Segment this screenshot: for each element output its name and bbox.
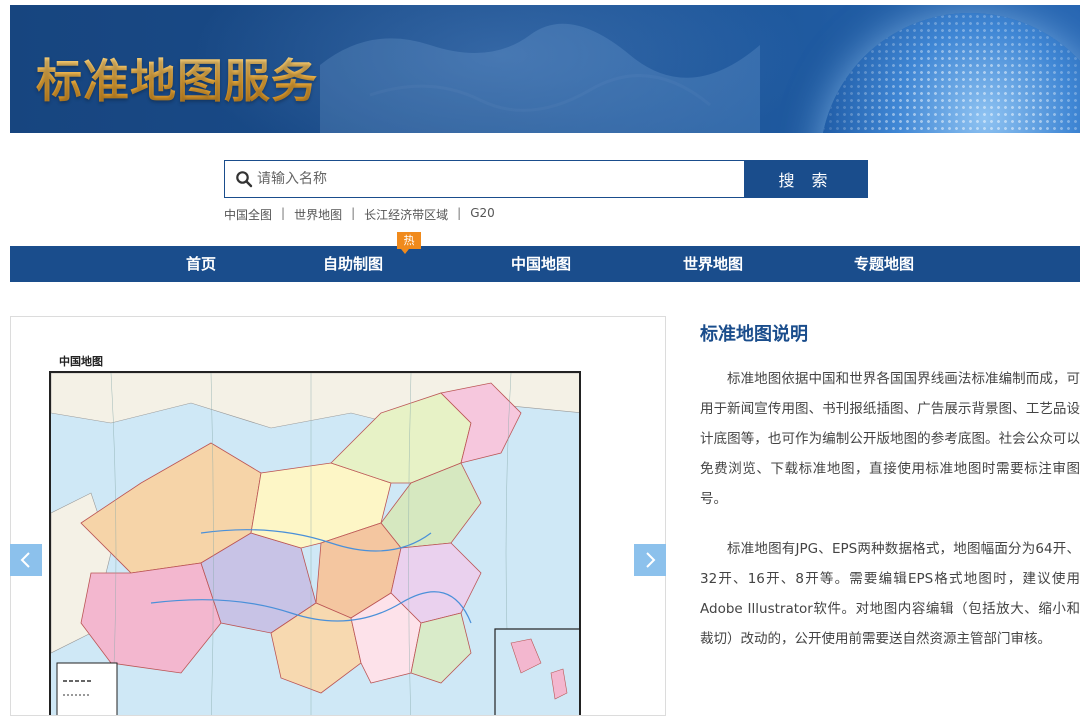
main-nav: 首页 自助制图 中国地图 世界地图 专题地图 <box>10 246 1080 282</box>
quick-link-g20[interactable]: G20 <box>470 206 495 223</box>
description-paragraph-2: 标准地图有JPG、EPS两种数据格式，地图幅面分为64开、32开、16开、8开等… <box>700 541 1080 647</box>
search-box[interactable] <box>224 160 744 198</box>
china-map-image[interactable] <box>49 371 581 715</box>
description-paragraph-1: 标准地图依据中国和世界各国国界线画法标准编制而成，可用于新闻宣传用图、书刊报纸插… <box>700 371 1080 507</box>
quick-link-yangtze[interactable]: 长江经济带区域 <box>364 206 448 223</box>
carousel-prev-button[interactable] <box>10 544 42 576</box>
description-heading: 标准地图说明 <box>700 324 808 345</box>
map-caption: 中国地图 <box>59 355 103 368</box>
quick-links: 中国全图 | 世界地图 | 长江经济带区域 | G20 <box>224 206 495 223</box>
site-title: 标准地图服务 <box>36 45 318 111</box>
chevron-right-icon <box>646 552 656 568</box>
nav-item-home[interactable]: 首页 <box>186 246 216 282</box>
description-panel: 标准地图说明 标准地图依据中国和世界各国国界线画法标准编制而成，可用于新闻宣传用… <box>700 320 1080 674</box>
search-input[interactable] <box>257 171 727 187</box>
hot-badge: 热 <box>397 232 421 254</box>
header-banner: 标准地图服务 <box>10 5 1080 133</box>
carousel-next-button[interactable] <box>634 544 666 576</box>
quick-link-separator: | <box>351 206 356 220</box>
quick-link-china[interactable]: 中国全图 <box>224 206 272 223</box>
search-bar: 搜 索 <box>224 160 868 198</box>
nav-item-self-mapping[interactable]: 自助制图 <box>323 246 383 282</box>
nav-item-china-map[interactable]: 中国地图 <box>511 246 571 282</box>
quick-link-separator: | <box>281 206 286 220</box>
banner-world-map-graphic <box>320 23 760 133</box>
map-carousel[interactable]: 中国地图 <box>10 316 666 716</box>
nav-item-thematic-map[interactable]: 专题地图 <box>854 246 914 282</box>
globe-dots-graphic <box>820 13 1080 133</box>
quick-link-separator: | <box>457 206 462 220</box>
china-map-graphic <box>51 373 579 715</box>
quick-link-world[interactable]: 世界地图 <box>294 206 342 223</box>
nav-item-world-map[interactable]: 世界地图 <box>683 246 743 282</box>
chevron-left-icon <box>20 552 30 568</box>
search-button[interactable]: 搜 索 <box>744 160 868 198</box>
search-icon <box>235 170 253 188</box>
